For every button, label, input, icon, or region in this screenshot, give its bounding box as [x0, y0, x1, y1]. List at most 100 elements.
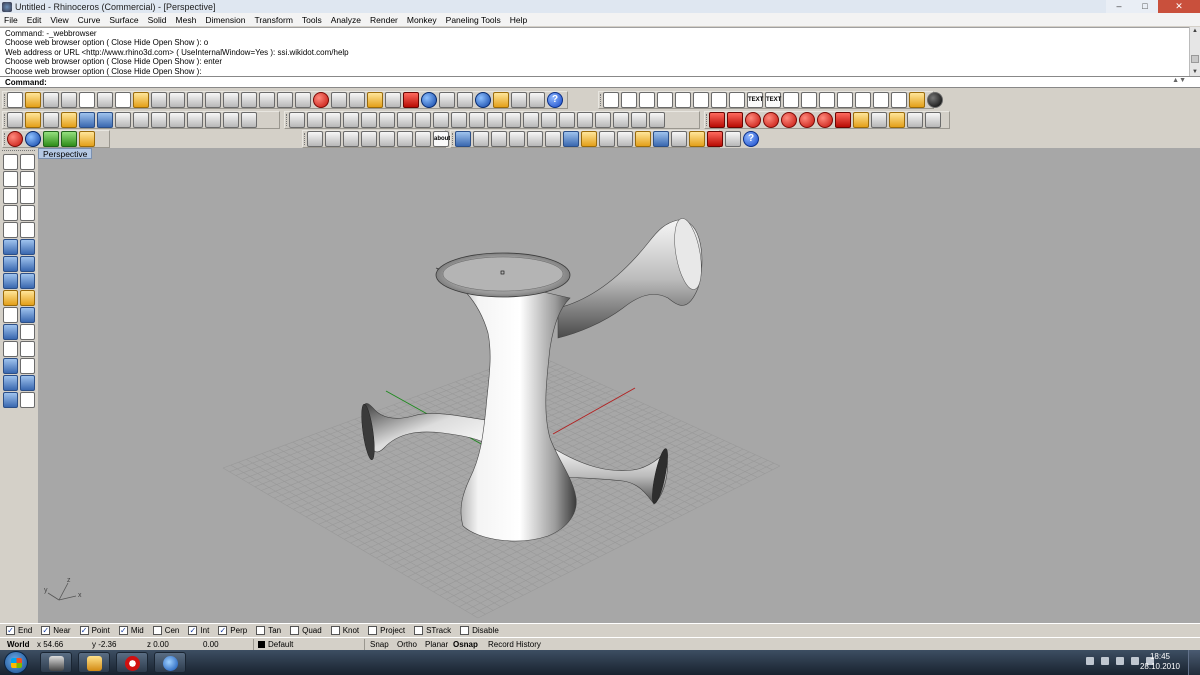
menu-dimension[interactable]: Dimension: [205, 15, 245, 25]
cplane-status[interactable]: World: [7, 640, 30, 649]
tray-monitor-icon[interactable]: [1116, 657, 1124, 665]
command-spin-icon[interactable]: ▲▼: [1172, 77, 1186, 84]
osnap-toggle[interactable]: Osnap: [453, 640, 478, 649]
panel-20-icon[interactable]: [631, 112, 647, 128]
volume-icon[interactable]: [873, 92, 889, 108]
dim-radius-icon[interactable]: [675, 92, 691, 108]
mesh-icon[interactable]: [151, 112, 167, 128]
properties-icon[interactable]: [493, 92, 509, 108]
scale-icon[interactable]: [223, 112, 239, 128]
texture-icon[interactable]: [707, 131, 723, 147]
grid-window-icon[interactable]: [361, 131, 377, 147]
grid-table-icon[interactable]: [325, 131, 341, 147]
osnap-perp[interactable]: ✓ Perp: [218, 626, 247, 635]
polygon-icon[interactable]: [3, 205, 18, 221]
copy-icon[interactable]: [115, 92, 131, 108]
text-edit-icon[interactable]: TEXT: [765, 92, 781, 108]
osnap-checkbox[interactable]: [414, 626, 424, 635]
maximize-button[interactable]: □: [1132, 0, 1158, 13]
panel-12-icon[interactable]: [487, 112, 503, 128]
new-file-icon[interactable]: [7, 92, 23, 108]
named-view-icon[interactable]: [671, 131, 687, 147]
scale-2d-icon[interactable]: [20, 358, 35, 374]
system-clock[interactable]: 18:45 28.10.2010: [1140, 652, 1180, 672]
fillet-icon[interactable]: [3, 324, 18, 340]
panel-21-icon[interactable]: [649, 112, 665, 128]
undo-view-icon[interactable]: [277, 92, 293, 108]
panel-11-icon[interactable]: [469, 112, 485, 128]
render-settings-icon[interactable]: [853, 112, 869, 128]
measure-icon[interactable]: [581, 131, 597, 147]
menu-view[interactable]: View: [50, 15, 68, 25]
panel-7-icon[interactable]: [397, 112, 413, 128]
car-red-5-icon[interactable]: [817, 112, 833, 128]
osnap-knot[interactable]: Knot: [330, 626, 359, 635]
freeform-surface-object[interactable]: [359, 216, 706, 542]
box-icon[interactable]: [891, 92, 907, 108]
tray-network-icon[interactable]: [1131, 657, 1139, 665]
shaded-icon[interactable]: [457, 92, 473, 108]
render-red-icon[interactable]: [835, 112, 851, 128]
sphere-icon[interactable]: [20, 256, 35, 272]
ortho-toggle[interactable]: Ortho: [397, 640, 417, 649]
zoom-selected-icon[interactable]: [259, 92, 275, 108]
sphere-grey-icon[interactable]: [115, 112, 131, 128]
camera-icon[interactable]: [925, 112, 941, 128]
make2d-icon[interactable]: [801, 92, 817, 108]
osnap-checkbox[interactable]: [256, 626, 266, 635]
offset-icon[interactable]: [20, 341, 35, 357]
start-button[interactable]: [4, 651, 28, 674]
panel-6-icon[interactable]: [379, 112, 395, 128]
help-2-icon[interactable]: ?: [743, 131, 759, 147]
tray-arrow-icon[interactable]: [1086, 657, 1094, 665]
dim-linear-icon[interactable]: [603, 92, 619, 108]
panel-16-icon[interactable]: [559, 112, 575, 128]
light-icon[interactable]: [367, 92, 383, 108]
osnap-checkbox[interactable]: [460, 626, 470, 635]
menu-analyze[interactable]: Analyze: [331, 15, 361, 25]
zoom-icon[interactable]: [205, 92, 221, 108]
menu-transform[interactable]: Transform: [254, 15, 292, 25]
panel-8-icon[interactable]: [415, 112, 431, 128]
menu-file[interactable]: File: [4, 15, 18, 25]
solid-box-icon[interactable]: [3, 256, 18, 272]
grid-diamond-icon[interactable]: [397, 131, 413, 147]
block-icon[interactable]: [909, 92, 925, 108]
cplane-icon[interactable]: [331, 92, 347, 108]
options-icon[interactable]: [511, 92, 527, 108]
open-file-icon[interactable]: [25, 92, 41, 108]
osnap-checkbox[interactable]: [368, 626, 378, 635]
osnap-checkbox[interactable]: ✓: [6, 626, 15, 635]
panel-5-icon[interactable]: [361, 112, 377, 128]
panel-18-icon[interactable]: [595, 112, 611, 128]
toolbar-layout-icon[interactable]: [529, 92, 545, 108]
dot-icon[interactable]: [729, 92, 745, 108]
dim-ordinate-icon[interactable]: [657, 92, 673, 108]
arrow-icon[interactable]: [241, 112, 257, 128]
material-folder-icon[interactable]: [889, 112, 905, 128]
area-icon[interactable]: [855, 92, 871, 108]
scroll-down-icon[interactable]: ▼: [1192, 69, 1198, 75]
osnap-tan[interactable]: Tan: [256, 626, 281, 635]
zoom-extents-icon[interactable]: [241, 92, 257, 108]
text-icon[interactable]: TEXT: [747, 92, 763, 108]
osnap-checkbox[interactable]: ✓: [218, 626, 228, 635]
osnap-near[interactable]: ✓ Near: [41, 626, 71, 635]
render-window-icon[interactable]: [871, 112, 887, 128]
bulb-icon[interactable]: [689, 131, 705, 147]
join-icon[interactable]: [20, 324, 35, 340]
blue-cube-icon[interactable]: [97, 112, 113, 128]
array-icon[interactable]: [187, 112, 203, 128]
layer-icon[interactable]: [403, 92, 419, 108]
palette-icon[interactable]: [635, 131, 651, 147]
folder-icon[interactable]: [25, 112, 41, 128]
copy-grid-icon[interactable]: [205, 112, 221, 128]
undo-icon[interactable]: [151, 92, 167, 108]
library-icon[interactable]: [61, 112, 77, 128]
green-box-icon[interactable]: [61, 131, 77, 147]
panel-9-icon[interactable]: [433, 112, 449, 128]
command-input[interactable]: [48, 77, 1129, 87]
yellow-warning-icon[interactable]: [79, 131, 95, 147]
menu-help[interactable]: Help: [510, 15, 527, 25]
osnap-quad[interactable]: Quad: [290, 626, 322, 635]
